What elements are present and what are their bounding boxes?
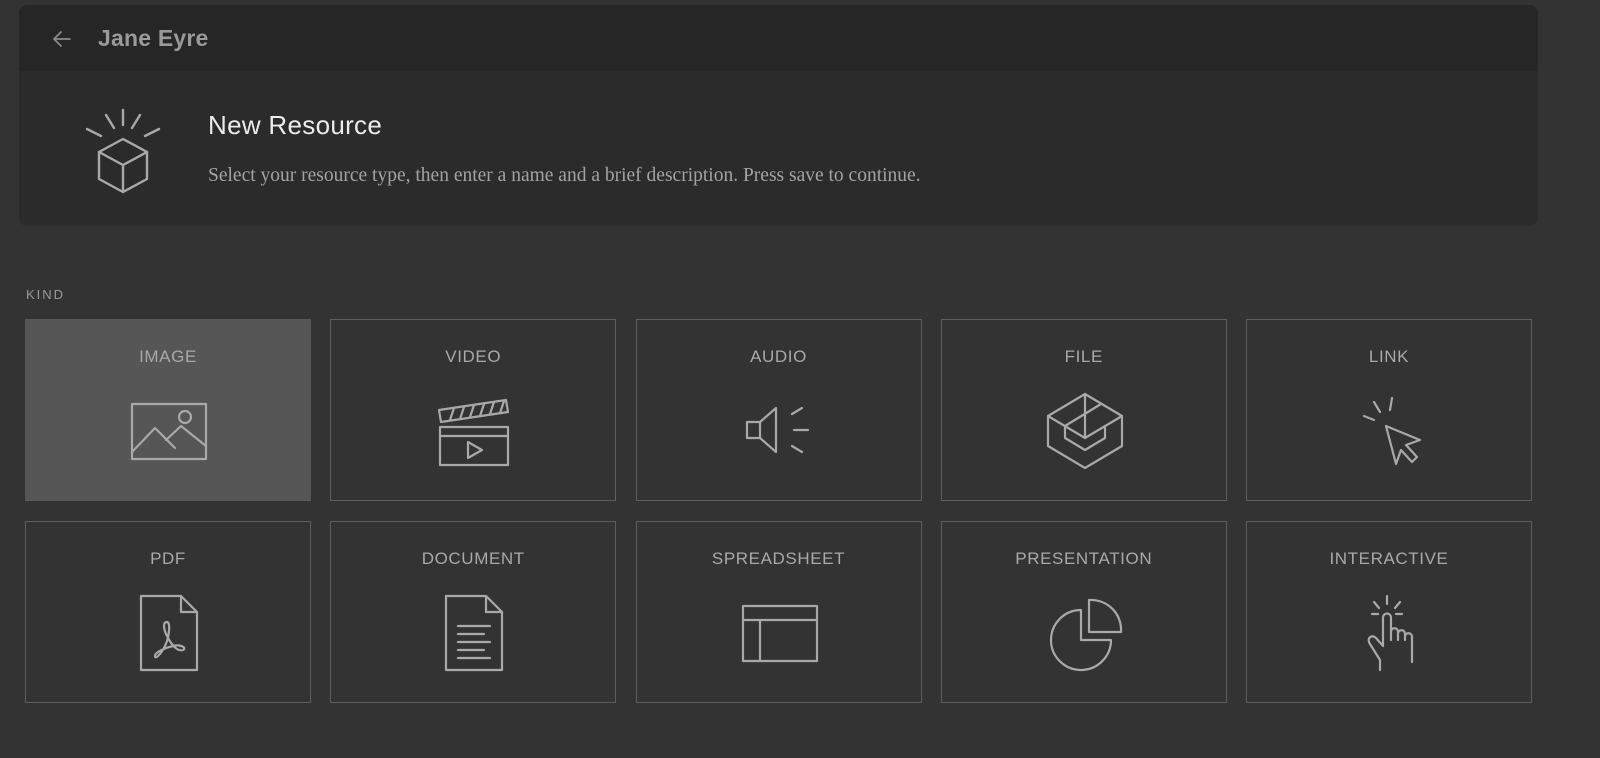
- kind-tile-spreadsheet[interactable]: SPREADSHEET: [635, 521, 922, 703]
- intro-panel: [19, 71, 1538, 226]
- arrow-left-icon[interactable]: [50, 27, 74, 51]
- document-icon: [434, 592, 514, 672]
- image-icon: [129, 390, 209, 470]
- kind-tile-image[interactable]: IMAGE: [25, 319, 311, 501]
- kind-tile-video[interactable]: VIDEO: [330, 319, 617, 501]
- spreadsheet-icon: [740, 592, 820, 672]
- clapperboard-icon: [434, 390, 514, 470]
- kind-label: KIND: [26, 287, 66, 302]
- back-button[interactable]: [50, 27, 74, 51]
- box-burst-icon: [84, 107, 162, 197]
- kind-tile-label: INTERACTIVE: [1329, 549, 1449, 568]
- header-bar: [19, 5, 1538, 71]
- kind-tile-link[interactable]: LINK: [1246, 319, 1532, 501]
- kind-tile-label: LINK: [1368, 347, 1410, 366]
- kind-tile-label: PRESENTATION: [1015, 549, 1153, 568]
- intro-description: Select your resource type, then enter a …: [208, 165, 921, 186]
- kind-tile-label: SPREADSHEET: [711, 549, 846, 568]
- intro-title: New Resource: [208, 110, 383, 140]
- kind-tile-label: AUDIO: [750, 347, 807, 366]
- kind-tile-label: IMAGE: [139, 347, 197, 366]
- pie-chart-icon: [1045, 592, 1125, 672]
- kind-tile-label: VIDEO: [445, 347, 502, 366]
- page-title: Jane Eyre: [98, 25, 209, 51]
- hand-tap-icon: [1350, 592, 1430, 672]
- pdf-file-icon: [129, 592, 209, 672]
- kind-tile-label: DOCUMENT: [421, 549, 525, 568]
- speaker-icon: [740, 390, 820, 470]
- cube-icon: [1045, 390, 1125, 470]
- cursor-click-icon: [1350, 390, 1430, 470]
- kind-tile-document[interactable]: DOCUMENT: [330, 521, 617, 703]
- kind-tile-interactive[interactable]: INTERACTIVE: [1246, 521, 1532, 703]
- kind-tile-audio[interactable]: AUDIO: [635, 319, 922, 501]
- kind-tile-presentation[interactable]: PRESENTATION: [940, 521, 1227, 703]
- kind-tile-label: FILE: [1064, 347, 1103, 366]
- resource-kind-grid: IMAGE VIDEO AUDIO FILE LINK PDF DOCUMENT…: [25, 319, 1532, 703]
- kind-tile-label: PDF: [150, 549, 186, 568]
- kind-tile-file[interactable]: FILE: [940, 319, 1227, 501]
- kind-tile-pdf[interactable]: PDF: [25, 521, 311, 703]
